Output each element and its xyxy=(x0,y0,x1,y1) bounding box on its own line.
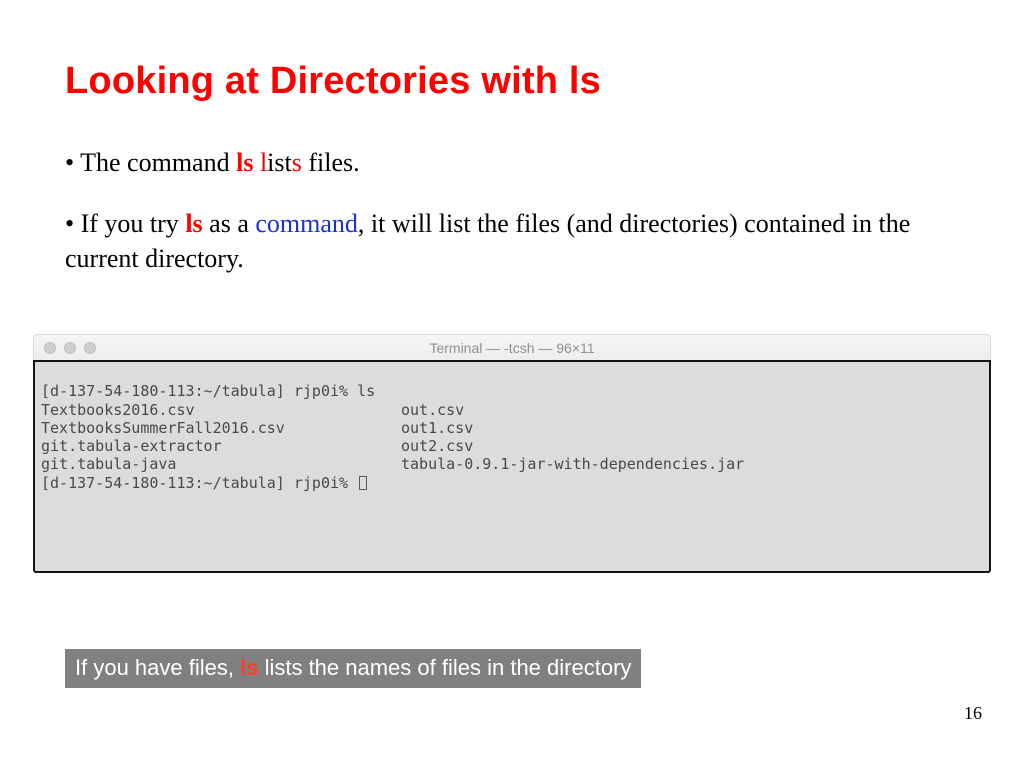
file: Textbooks2016.csv xyxy=(41,401,195,419)
terminal-line: [d-137-54-180-113:~/tabula] rjp0i% ls xyxy=(41,382,375,400)
keyword-ls: ls xyxy=(236,148,253,177)
text: as a xyxy=(203,209,256,238)
ls-output: Textbooks2016.csv TextbooksSummerFall201… xyxy=(41,401,983,474)
file: git.tabula-extractor xyxy=(41,437,222,455)
bullet-2: • If you try ls as a command, it will li… xyxy=(65,206,959,276)
file: tabula-0.9.1-jar-with-dependencies.jar xyxy=(401,455,744,473)
file: out2.csv xyxy=(401,437,473,455)
text: ist xyxy=(267,148,292,177)
file: out.csv xyxy=(401,401,464,419)
slide: Looking at Directories with ls • The com… xyxy=(0,0,1024,768)
bullet-1: • The command ls lists files. xyxy=(65,145,959,180)
terminal-line: [d-137-54-180-113:~/tabula] rjp0i% xyxy=(41,474,357,492)
file: out1.csv xyxy=(401,419,473,437)
keyword-ls: ls xyxy=(240,655,258,680)
file: TextbooksSummerFall2016.csv xyxy=(41,419,285,437)
terminal-title: Terminal — -tcsh — 96×11 xyxy=(34,340,990,356)
zoom-icon[interactable] xyxy=(84,342,96,354)
footer-callout: If you have files, ls lists the names of… xyxy=(65,649,641,688)
file: git.tabula-java xyxy=(41,455,176,473)
text: lists the names of files in the director… xyxy=(258,655,631,680)
keyword-ls: ls xyxy=(185,209,202,238)
close-icon[interactable] xyxy=(44,342,56,354)
terminal-window: Terminal — -tcsh — 96×11 [d-137-54-180-1… xyxy=(33,334,991,573)
text: If you have files, xyxy=(75,655,240,680)
window-controls xyxy=(44,342,96,354)
cursor-icon xyxy=(359,476,367,490)
minimize-icon[interactable] xyxy=(64,342,76,354)
text: files. xyxy=(302,148,360,177)
slide-title: Looking at Directories with ls xyxy=(65,60,959,103)
terminal-body[interactable]: [d-137-54-180-113:~/tabula] rjp0i% ls Te… xyxy=(33,360,991,573)
letter-s: s xyxy=(292,148,302,177)
terminal-titlebar: Terminal — -tcsh — 96×11 xyxy=(33,334,991,360)
text: • If you try xyxy=(65,209,185,238)
page-number: 16 xyxy=(964,703,982,724)
text: • The command xyxy=(65,148,236,177)
keyword-command: command xyxy=(255,209,358,238)
